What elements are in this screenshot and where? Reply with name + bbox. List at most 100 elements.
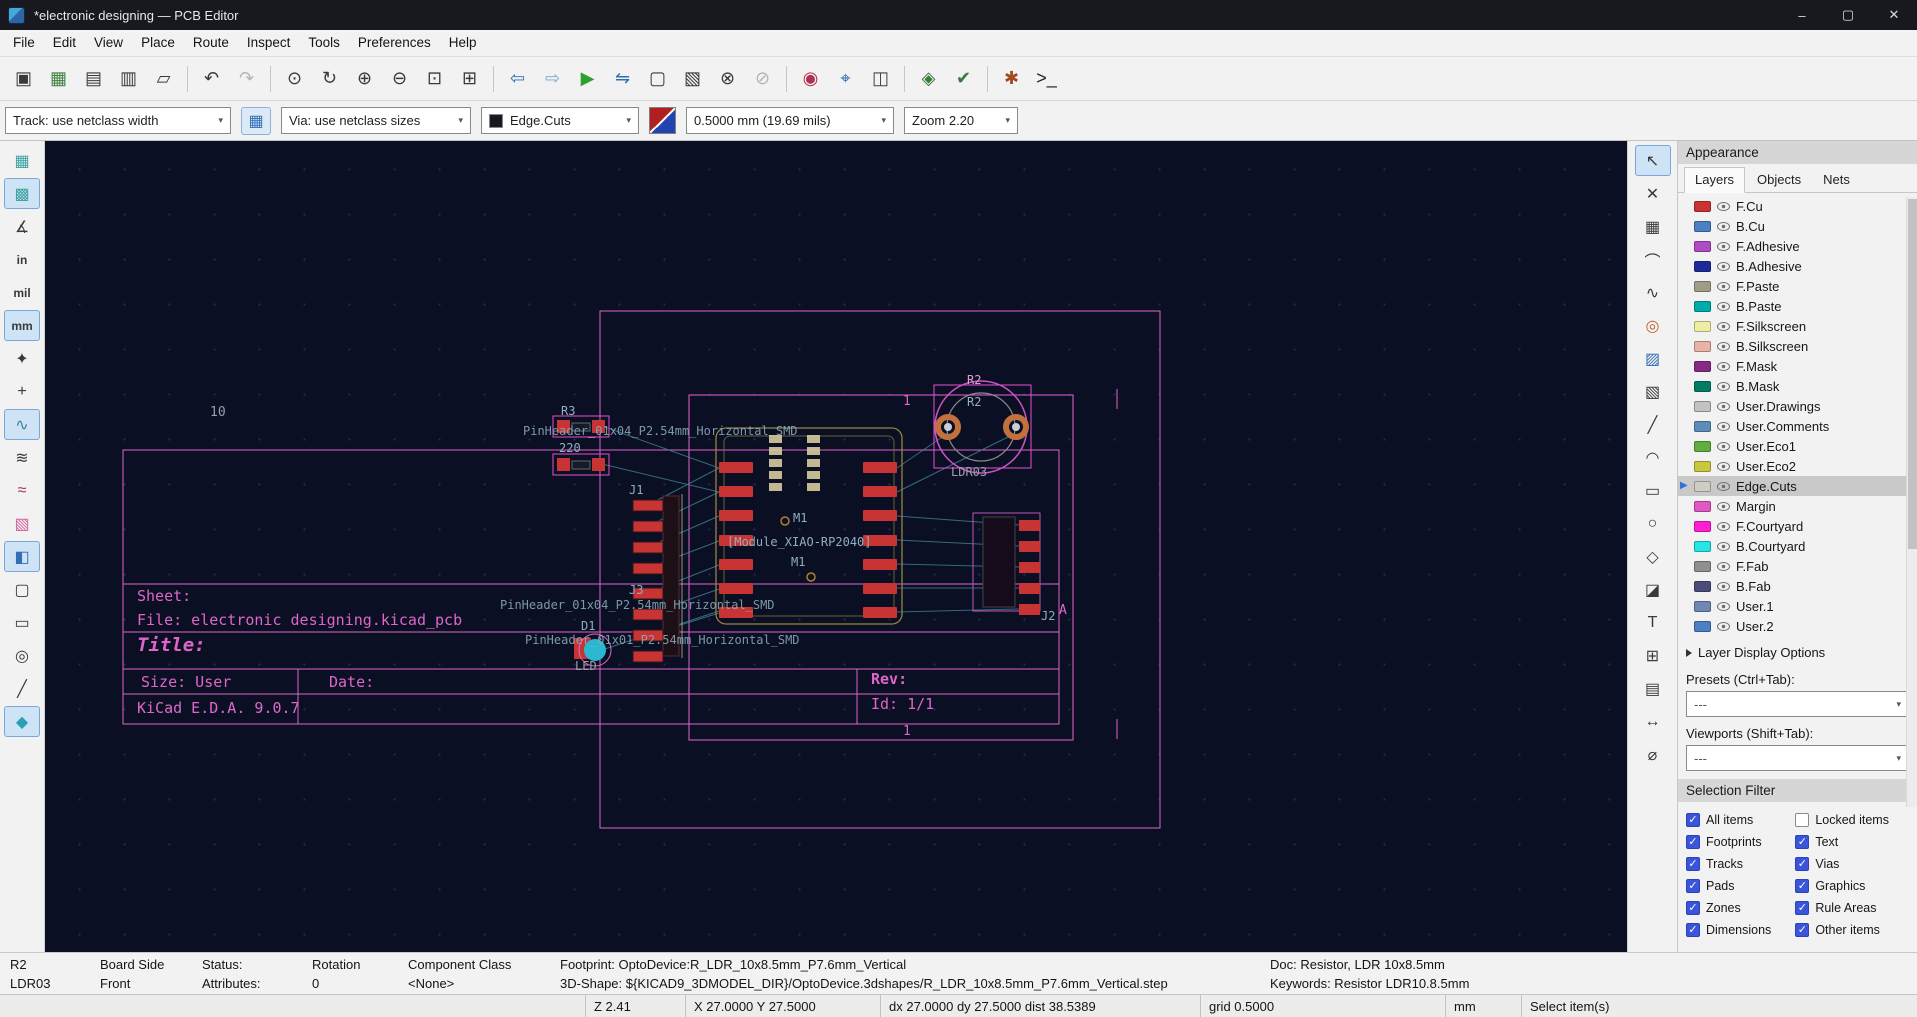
appearance-tab[interactable]: Layers — [1684, 167, 1746, 193]
menu-item[interactable]: Tools — [299, 30, 349, 56]
sketch-tracks-button[interactable]: ╱ — [4, 673, 40, 704]
layer-color-swatch[interactable] — [1694, 280, 1711, 292]
zoom-in-button[interactable]: ⊕ — [348, 62, 381, 95]
refresh-view-button[interactable]: ↻ — [313, 62, 346, 95]
crosshair-button[interactable]: + — [4, 376, 40, 407]
menu-item[interactable]: Inspect — [238, 30, 300, 56]
find-button[interactable]: ⊙ — [278, 62, 311, 95]
layer-row[interactable]: ▶ F.Cu — [1678, 196, 1917, 216]
track-width-dropdown[interactable]: Track: use netclass width ▾ — [5, 107, 231, 134]
visibility-eye-icon[interactable] — [1717, 401, 1730, 411]
add-zone-tool[interactable]: ▨ — [1635, 343, 1671, 374]
visibility-eye-icon[interactable] — [1717, 441, 1730, 451]
titleblock-kicad[interactable]: KiCad E.D.A. 9.0.7 — [137, 699, 300, 717]
inactive-layer-mode-button[interactable]: ◆ — [4, 706, 40, 737]
grid-style-button[interactable]: ▩ — [4, 178, 40, 209]
undo-button[interactable]: ↶ — [195, 62, 228, 95]
draw-rectangle-tool[interactable]: ▭ — [1635, 475, 1671, 506]
toolbar-button[interactable] — [904, 65, 905, 92]
titleblock-date[interactable]: Date: — [329, 673, 374, 691]
filter-checkbox[interactable]: All items — [1686, 809, 1795, 831]
titleblock-rev[interactable]: Rev: — [871, 670, 907, 688]
layer-pair-button[interactable] — [649, 107, 676, 134]
toolbar-button[interactable] — [187, 65, 188, 92]
filter-checkbox[interactable]: Footprints — [1686, 831, 1795, 853]
unlock-button[interactable]: ⊘ — [746, 62, 779, 95]
add-rule-area-tool[interactable]: ▧ — [1635, 376, 1671, 407]
module-name-text[interactable]: [Module_XIAO-RP2040] — [727, 535, 872, 549]
menu-item[interactable]: Route — [184, 30, 238, 56]
titleblock-title[interactable]: Title: — [137, 634, 206, 656]
visibility-eye-icon[interactable] — [1717, 301, 1730, 311]
visibility-eye-icon[interactable] — [1717, 601, 1730, 611]
reference-j3[interactable]: J3 — [629, 583, 643, 597]
visibility-eye-icon[interactable] — [1717, 221, 1730, 231]
grid-size-dropdown[interactable]: 0.5000 mm (19.69 mils) ▾ — [686, 107, 894, 134]
layer-color-swatch[interactable] — [1694, 540, 1711, 552]
layer-row[interactable]: ▶ B.Paste — [1678, 296, 1917, 316]
local-ratsnest-tool[interactable]: ✕ — [1635, 178, 1671, 209]
menu-item[interactable]: Help — [440, 30, 486, 56]
layer-color-swatch[interactable] — [1694, 220, 1711, 232]
layer-row[interactable]: ▶ B.Fab — [1678, 576, 1917, 596]
print-button[interactable]: ▥ — [112, 62, 145, 95]
canvas-text[interactable]: 10 — [210, 405, 226, 420]
layer-color-swatch[interactable] — [1694, 340, 1711, 352]
route-tracks-tool[interactable]: ⌒ — [1635, 244, 1671, 275]
visibility-eye-icon[interactable] — [1717, 461, 1730, 471]
visibility-eye-icon[interactable] — [1717, 201, 1730, 211]
active-layer-dropdown[interactable]: Edge.Cuts ▾ — [481, 107, 639, 134]
reference-r2[interactable]: R2 — [967, 395, 981, 409]
layer-row[interactable]: ▶ User.2 — [1678, 616, 1917, 636]
layer-row[interactable]: ▶ B.Mask — [1678, 376, 1917, 396]
visibility-eye-icon[interactable] — [1717, 261, 1730, 271]
panel-scrollbar[interactable] — [1906, 197, 1917, 807]
net-highlight-button[interactable]: ▧ — [4, 508, 40, 539]
layer-color-swatch[interactable] — [1694, 360, 1711, 372]
redo-button[interactable]: ↷ — [230, 62, 263, 95]
net-color-mode-button[interactable]: ≈ — [4, 475, 40, 506]
filter-checkbox[interactable]: Pads — [1686, 875, 1795, 897]
layer-color-swatch[interactable] — [1694, 600, 1711, 612]
plugin-button[interactable]: ✱ — [995, 62, 1028, 95]
appearance-tab[interactable]: Objects — [1747, 168, 1811, 192]
add-via-tool[interactable]: ◎ — [1635, 310, 1671, 341]
zoom-out-button[interactable]: ⊖ — [383, 62, 416, 95]
layer-row[interactable]: ▶ Margin — [1678, 496, 1917, 516]
filter-checkbox[interactable]: Graphics — [1795, 875, 1913, 897]
board-search-button[interactable]: ⌖ — [829, 62, 862, 95]
units-mm-button[interactable]: mm — [4, 310, 40, 341]
layer-row[interactable]: ▶ F.Silkscreen — [1678, 316, 1917, 336]
filter-checkbox[interactable]: Locked items — [1795, 809, 1913, 831]
add-footprint-tool[interactable]: ▦ — [1635, 211, 1671, 242]
layer-row[interactable]: ▶ B.Cu — [1678, 216, 1917, 236]
reference-j1[interactable]: J1 — [629, 483, 643, 497]
reference-r3[interactable]: R3 — [561, 404, 575, 418]
ratsnest-visibility-button[interactable]: ∿ — [4, 409, 40, 440]
layer-color-swatch[interactable] — [1694, 200, 1711, 212]
titleblock-file[interactable]: File: electronic designing.kicad_pcb — [137, 611, 462, 629]
layer-row[interactable]: ▶ F.Fab — [1678, 556, 1917, 576]
menu-item[interactable]: Edit — [44, 30, 85, 56]
layer-color-swatch[interactable] — [1694, 300, 1711, 312]
value-led[interactable]: LED — [575, 659, 597, 673]
value-220[interactable]: 220 — [559, 441, 581, 455]
units-mils-button[interactable]: mil — [4, 277, 40, 308]
reference-j2[interactable]: J2 — [1041, 609, 1055, 623]
add-text-tool[interactable]: T — [1635, 607, 1671, 638]
draw-circle-tool[interactable]: ○ — [1635, 508, 1671, 539]
viewports-dropdown[interactable]: --- ▾ — [1686, 745, 1909, 771]
menu-item[interactable]: Place — [132, 30, 184, 56]
plot-button[interactable]: ▱ — [147, 62, 180, 95]
layer-color-swatch[interactable] — [1694, 260, 1711, 272]
value-ldr03[interactable]: LDR03 — [951, 465, 987, 479]
save-button[interactable]: ▣ — [7, 62, 40, 95]
sketch-zones-button[interactable]: ▢ — [4, 574, 40, 605]
layer-color-swatch[interactable] — [1694, 420, 1711, 432]
play-button[interactable]: ▶ — [571, 62, 604, 95]
highlight-net-button[interactable]: ▧ — [676, 62, 709, 95]
layer-color-swatch[interactable] — [1694, 480, 1711, 492]
nav-back-button[interactable]: ⇦ — [501, 62, 534, 95]
value-m1[interactable]: M1 — [791, 555, 805, 569]
visibility-eye-icon[interactable] — [1717, 321, 1730, 331]
